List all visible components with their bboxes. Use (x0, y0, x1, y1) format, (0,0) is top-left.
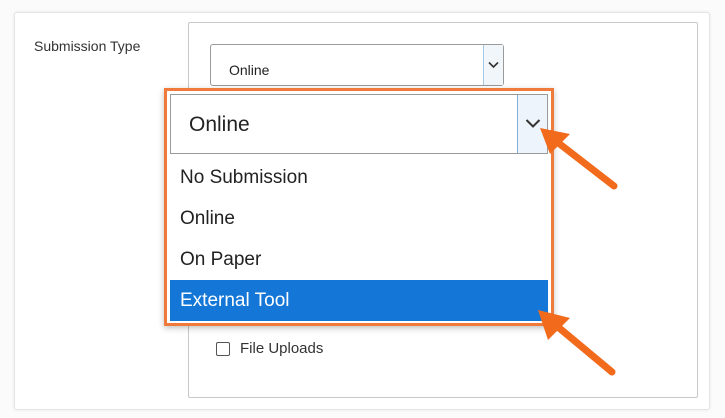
file-uploads-label: File Uploads (240, 340, 324, 357)
option-on-paper[interactable]: On Paper (170, 239, 548, 280)
zoomed-dropdown-callout: Online No Submission Online On Paper Ext… (164, 88, 554, 326)
select-toggle[interactable] (483, 45, 503, 85)
option-external-tool[interactable]: External Tool (170, 280, 548, 321)
submission-type-label: Submission Type (34, 38, 141, 54)
file-uploads-checkbox[interactable] (216, 341, 230, 356)
submission-type-options-list: No Submission Online On Paper External T… (170, 157, 548, 321)
zoomed-submission-type-select[interactable]: Online (170, 94, 548, 154)
pointer-arrow-icon (540, 128, 618, 190)
page-frame: Submission Type Online File Uploads Onli… (0, 0, 725, 418)
file-uploads-option[interactable]: File Uploads (216, 340, 323, 357)
zoomed-select-value: Online (189, 113, 250, 136)
option-no-submission[interactable]: No Submission (170, 157, 548, 198)
submission-type-select[interactable]: Online (210, 44, 504, 86)
pointer-arrow-icon (538, 310, 616, 376)
submission-type-select-value: Online (229, 62, 270, 78)
chevron-down-icon (488, 61, 499, 69)
option-online[interactable]: Online (170, 198, 548, 239)
